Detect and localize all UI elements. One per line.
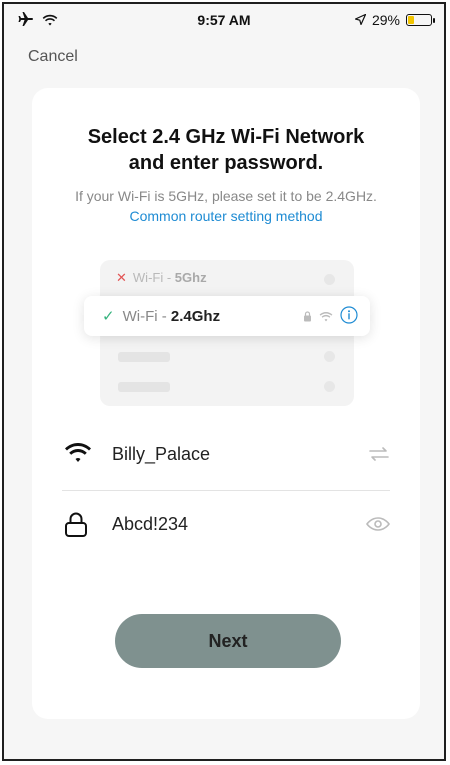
instructions: If your Wi-Fi is 5GHz, please set it to … (62, 186, 390, 226)
password-row[interactable]: Abcd!234 (64, 500, 390, 548)
net5-prefix: Wi-Fi - (132, 270, 175, 285)
password-field[interactable]: Abcd!234 (112, 514, 188, 535)
battery-percent: 29% (371, 12, 400, 28)
switch-network-icon[interactable] (368, 446, 390, 467)
battery-fill (408, 16, 414, 24)
placeholder-dot (324, 274, 335, 285)
net5-band: 5Ghz (174, 270, 207, 285)
network-24ghz-card: ✓ Wi-Fi - 2.4Ghz (84, 296, 370, 336)
check-icon: ✓ (102, 308, 115, 325)
phone-frame: 9:57 AM 29% Cancel Select 2.4 GHz Wi-Fi … (2, 2, 446, 761)
divider (62, 490, 390, 491)
page-title: Select 2.4 GHz Wi-Fi Network and enter p… (32, 124, 420, 176)
lock-icon (64, 512, 88, 543)
ssid-row[interactable]: Billy_Palace (64, 430, 390, 478)
wifi-signal-icon (319, 309, 333, 327)
instructions-text: If your Wi-Fi is 5GHz, please set it to … (75, 188, 377, 204)
cancel-button[interactable]: Cancel (28, 48, 78, 66)
wifi-icon (64, 442, 92, 469)
ssid-field[interactable]: Billy_Palace (112, 444, 210, 465)
next-button[interactable]: Next (115, 614, 341, 668)
net24-band: 2.4Ghz (170, 308, 221, 325)
status-bar: 9:57 AM 29% (4, 4, 444, 38)
network-24ghz-row: ✓ Wi-Fi - 2.4Ghz (102, 307, 220, 325)
location-arrow-icon (354, 12, 367, 28)
info-icon (340, 306, 358, 329)
placeholder-bar (118, 352, 170, 362)
placeholder-dot (324, 351, 335, 362)
router-setting-link[interactable]: Common router setting method (130, 208, 323, 224)
placeholder-bar (118, 382, 170, 392)
eye-icon[interactable] (366, 516, 390, 537)
placeholder-dot (324, 381, 335, 392)
title-line-2: and enter password. (128, 152, 324, 174)
net24-prefix: Wi-Fi - (122, 308, 171, 325)
setup-card: Select 2.4 GHz Wi-Fi Network and enter p… (32, 88, 420, 719)
cross-icon: ✕ (116, 270, 127, 285)
battery-icon (406, 14, 435, 26)
network-5ghz-row: ✕ Wi-Fi - 5Ghz (116, 270, 207, 286)
lock-icon (303, 309, 312, 327)
title-line-1: Select 2.4 GHz Wi-Fi Network (87, 126, 365, 148)
